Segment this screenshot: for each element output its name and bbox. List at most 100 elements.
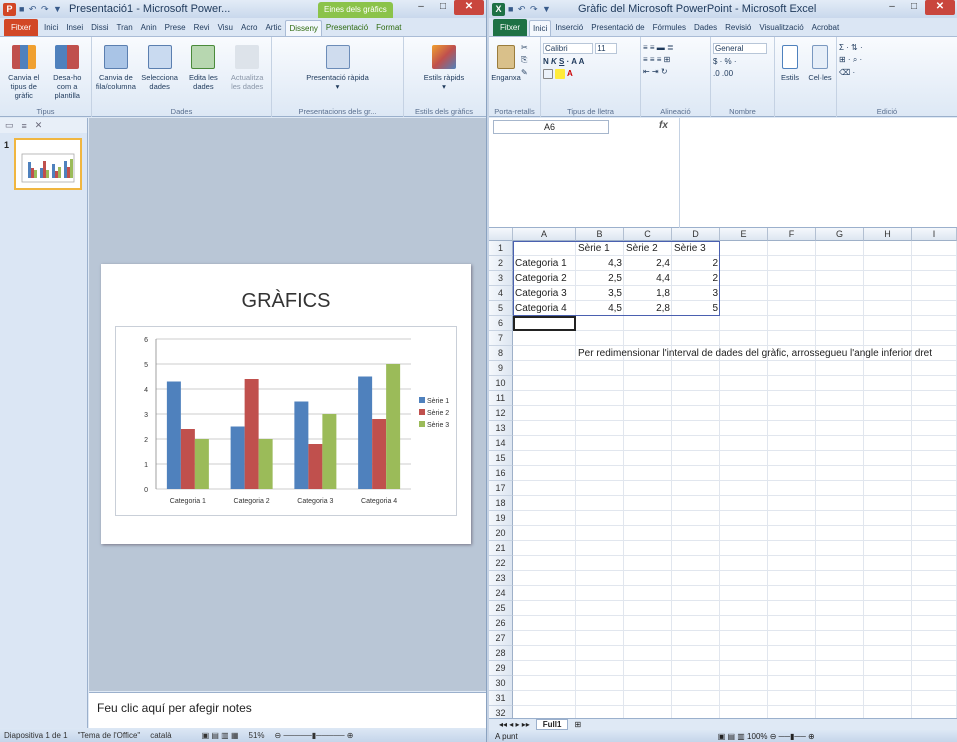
row-header-19[interactable]: 19 [489,511,513,526]
row-header-2[interactable]: 2 [489,256,513,271]
sheet-nav-icons[interactable]: ◂◂ ◂ ▸ ▸▸ [499,720,530,729]
row-header-25[interactable]: 25 [489,601,513,616]
row-header-11[interactable]: 11 [489,391,513,406]
tab-7[interactable]: Prese [161,19,190,36]
tab-8[interactable]: Revi [190,19,214,36]
excel-app-icon[interactable]: X [492,2,505,16]
bold-button[interactable]: N [543,57,549,66]
row-header-31[interactable]: 31 [489,691,513,706]
clear-icon[interactable]: ⌫ · [839,68,863,77]
tab-3[interactable]: Insei [62,19,87,36]
tab-8[interactable]: Visualització [755,19,807,36]
cells-button[interactable]: Cel·les [807,39,833,115]
paste-button[interactable]: Enganxa [491,39,521,115]
bar-chart[interactable]: 0 1 2 3 4 5 6 Categoria 1 Categoria 2 Categoria 3… [116,327,456,515]
row-header-26[interactable]: 26 [489,616,513,631]
tab-4[interactable]: Dissi [87,19,112,36]
column-header-F[interactable]: F [768,228,816,241]
sheet-tab-full1[interactable]: Full1 [535,719,569,730]
view-buttons[interactable]: ▣ ▤ ▥ ▦ [202,731,239,740]
tab-6[interactable]: Dades [690,19,721,36]
row-header-1[interactable]: 1 [489,241,513,256]
font-size-select[interactable]: 11 [595,43,618,54]
slide-thumbnail[interactable] [14,138,82,190]
column-header-H[interactable]: H [864,228,912,241]
tab-13[interactable]: Presentació [322,19,372,36]
row-header-20[interactable]: 20 [489,526,513,541]
tab-11[interactable]: Artic [261,19,285,36]
row-header-14[interactable]: 14 [489,436,513,451]
tab-12[interactable]: Disseny [285,20,322,36]
tab-2[interactable]: Inici [40,19,62,36]
cut-icon[interactable]: ✂ [521,43,528,52]
quick-styles-button[interactable]: Estils ràpids ▾ [422,39,466,115]
restore-button[interactable]: □ [903,0,925,15]
decimal-icons[interactable]: .0 .00 [713,69,767,78]
save-as-template-button[interactable]: Desa-ho com a plantilla [46,39,90,115]
fill-find-icons[interactable]: ⊞ · ⌕ · [839,55,863,65]
format-painter-icon[interactable]: ✎ [521,68,528,77]
chart-data-range[interactable] [513,241,720,316]
tab-5[interactable]: Fórmules [649,19,690,36]
outline-tab-icon[interactable]: ≡ [22,121,27,131]
column-header-B[interactable]: B [576,228,624,241]
column-header-E[interactable]: E [720,228,768,241]
align-horizontal-icons[interactable]: ≡ ≡ ≡ ⊞ [643,55,674,64]
tab-10[interactable]: Acro [237,19,261,36]
font-name-select[interactable]: Calibri [543,43,593,54]
row-header-24[interactable]: 24 [489,586,513,601]
row-header-10[interactable]: 10 [489,376,513,391]
minimize-button[interactable]: – [881,0,903,15]
tab-14[interactable]: Format [372,19,405,36]
row-header-18[interactable]: 18 [489,496,513,511]
row-header-29[interactable]: 29 [489,661,513,676]
name-box[interactable]: A6 [493,120,609,134]
spreadsheet-grid[interactable]: A B C D E F G H I 1 2 3 4 5 6 7 8 9 10 11 12 13 14 15 16 17 18 19 20… [489,228,957,718]
slide-canvas[interactable]: GRÀFICS 0 1 2 3 4 5 6 Categoria 1 Categoria 2 Cat… [101,264,471,544]
row-header-9[interactable]: 9 [489,361,513,376]
row-header-23[interactable]: 23 [489,571,513,586]
row-header-8[interactable]: 8 [489,346,513,361]
refresh-data-button[interactable]: Actualitza les dades [225,39,269,115]
tab-7[interactable]: Revisió [721,19,755,36]
tab-1[interactable]: Fitxer [493,19,527,36]
view-buttons[interactable]: ▣ ▤ ▥ [718,732,745,741]
close-pane-icon[interactable]: ✕ [35,120,43,131]
switch-row-column-button[interactable]: Canvia de fila/columna [94,39,138,115]
quick-layout-button[interactable]: Presentació ràpida ▾ [303,39,373,115]
minimize-button[interactable]: – [410,0,432,15]
italic-button[interactable]: K [551,57,557,66]
row-header-3[interactable]: 3 [489,271,513,286]
tab-9[interactable]: Acrobat [808,19,844,36]
edit-data-button[interactable]: Edita les dades [182,39,226,115]
row-header-15[interactable]: 15 [489,451,513,466]
styles-button[interactable]: Estils [777,39,803,115]
row-header-22[interactable]: 22 [489,556,513,571]
column-header-A[interactable]: A [513,228,576,241]
tab-3[interactable]: Inserció [551,19,587,36]
formula-input[interactable] [679,118,680,228]
copy-icon[interactable]: ⎘ [521,55,528,65]
tab-2[interactable]: Inici [529,20,552,36]
column-header-C[interactable]: C [624,228,672,241]
row-header-30[interactable]: 30 [489,676,513,691]
fill-color-icon[interactable] [555,69,565,79]
new-sheet-icon[interactable]: ⊞ [574,720,581,729]
row-header-12[interactable]: 12 [489,406,513,421]
align-icons[interactable]: ≡ ≡ ▬ ≣ [643,43,674,52]
powerpoint-app-icon[interactable]: P [3,2,16,16]
tab-4[interactable]: Presentació de [587,19,648,36]
borders-icon[interactable] [543,69,553,79]
close-button[interactable]: ✕ [925,0,955,15]
slide-title[interactable]: GRÀFICS [101,290,471,313]
fx-icon[interactable]: fx [659,120,668,131]
tab-1[interactable]: Fitxer [4,19,38,36]
zoom-slider[interactable]: ⊖ ──▮── ⊕ [770,732,815,741]
zoom-slider[interactable]: ⊖ ─────▮───── ⊕ [275,731,354,740]
close-button[interactable]: ✕ [454,0,484,15]
tab-6[interactable]: Anin [137,19,161,36]
restore-button[interactable]: □ [432,0,454,15]
underline-button[interactable]: S [559,57,564,66]
row-header-21[interactable]: 21 [489,541,513,556]
row-header-27[interactable]: 27 [489,631,513,646]
